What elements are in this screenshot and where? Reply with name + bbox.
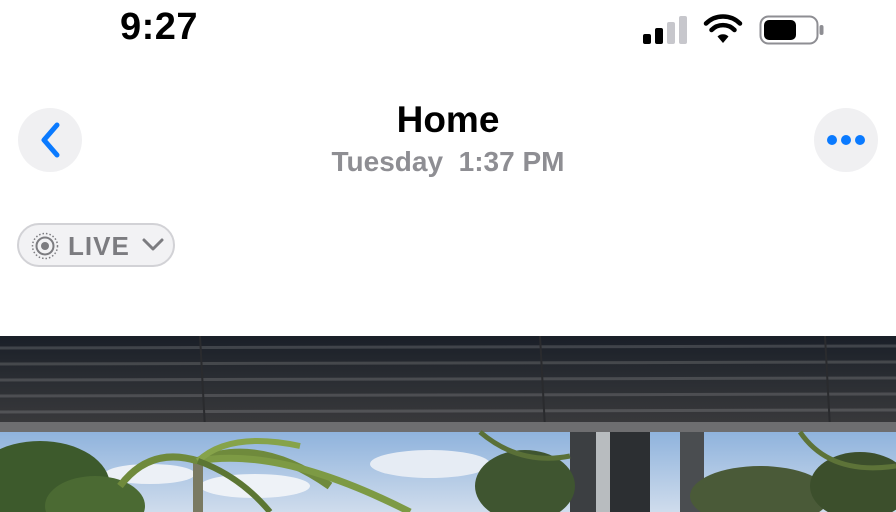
- live-photo-toggle[interactable]: LIVE: [17, 223, 175, 267]
- chevron-left-icon: [41, 122, 60, 158]
- more-options-button[interactable]: [814, 108, 878, 172]
- back-button[interactable]: [18, 108, 82, 172]
- chevron-down-icon: [142, 238, 164, 251]
- photo-timestamp: Tuesday 1:37 PM: [248, 146, 648, 178]
- timestamp-time: 1:37 PM: [458, 146, 565, 177]
- status-bar: 9:27: [0, 0, 896, 60]
- battery-icon: [759, 15, 824, 45]
- status-time: 9:27: [120, 6, 199, 48]
- photo-image[interactable]: [0, 336, 896, 512]
- wifi-icon: [703, 14, 743, 43]
- ellipsis-icon: [827, 135, 865, 145]
- live-photo-icon: [31, 232, 59, 260]
- cellular-signal-icon: [643, 14, 689, 44]
- page-title: Home: [396, 99, 500, 140]
- live-label: LIVE: [68, 231, 130, 261]
- photo-viewer-screen: 9:27 Home Tuesday 1:37 PM LIVE: [0, 0, 896, 512]
- photo-scene: [0, 336, 896, 512]
- timestamp-day: Tuesday: [331, 146, 444, 177]
